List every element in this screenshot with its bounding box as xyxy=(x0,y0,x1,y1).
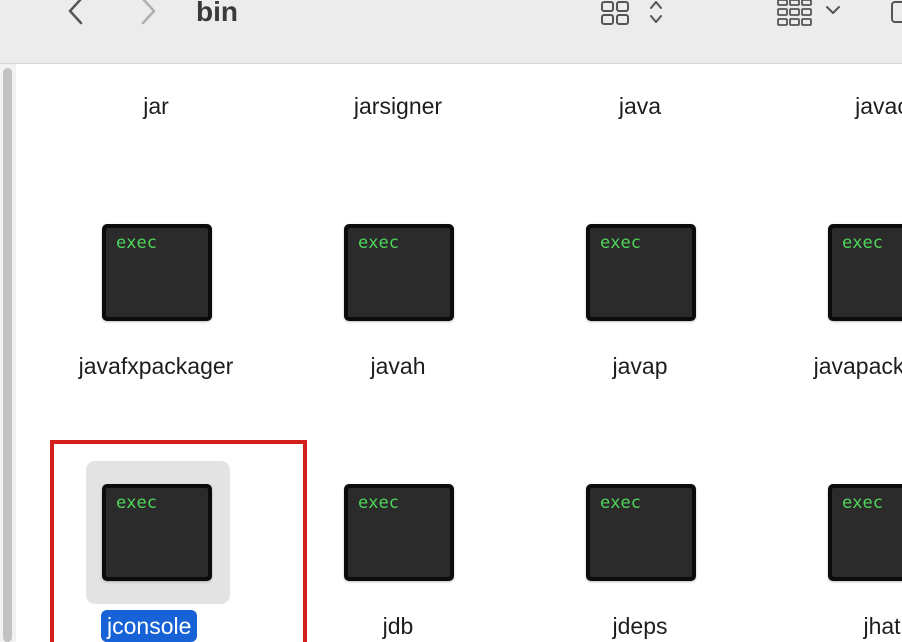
file-label-javapackager[interactable]: javapackager xyxy=(772,351,902,381)
group-icon xyxy=(777,0,840,26)
exec-file-icon[interactable]: exec xyxy=(828,484,902,581)
file-label-jdeps[interactable]: jdeps xyxy=(530,611,750,641)
exec-file-icon[interactable]: exec xyxy=(344,484,454,581)
share-icon xyxy=(891,1,902,23)
exec-file-icon[interactable]: exec xyxy=(344,224,454,321)
exec-file-icon[interactable]: exec xyxy=(828,224,902,321)
chevron-right-icon xyxy=(141,0,156,25)
file-label-jhat[interactable]: jhat xyxy=(772,611,902,641)
file-label-jdb[interactable]: jdb xyxy=(288,611,508,641)
share-button[interactable] xyxy=(884,0,902,32)
folder-title: bin xyxy=(196,0,238,27)
annotation-highlight-box xyxy=(50,440,307,642)
forward-button[interactable] xyxy=(130,0,166,30)
exec-file-icon[interactable]: exec xyxy=(586,224,696,321)
file-label-jar[interactable]: jar xyxy=(46,91,266,121)
file-label-javac[interactable]: javac xyxy=(772,91,902,121)
icon-grid-icon xyxy=(601,1,662,25)
group-button[interactable] xyxy=(772,0,852,32)
finder-toolbar: bin xyxy=(0,0,902,64)
file-grid: jar jarsigner java javac exec exec exec … xyxy=(16,64,902,642)
view-mode-button[interactable] xyxy=(598,0,676,32)
file-label-javap[interactable]: javap xyxy=(530,351,750,381)
scrollbar[interactable] xyxy=(3,68,12,642)
back-button[interactable] xyxy=(58,0,94,30)
file-label-javafxpackager[interactable]: javafxpackager xyxy=(46,351,266,381)
file-label-jarsigner[interactable]: jarsigner xyxy=(288,91,508,121)
file-label-java[interactable]: java xyxy=(530,91,750,121)
exec-file-icon[interactable]: exec xyxy=(102,224,212,321)
chevron-left-icon xyxy=(68,0,83,25)
exec-file-icon[interactable]: exec xyxy=(586,484,696,581)
file-label-javah[interactable]: javah xyxy=(288,351,508,381)
